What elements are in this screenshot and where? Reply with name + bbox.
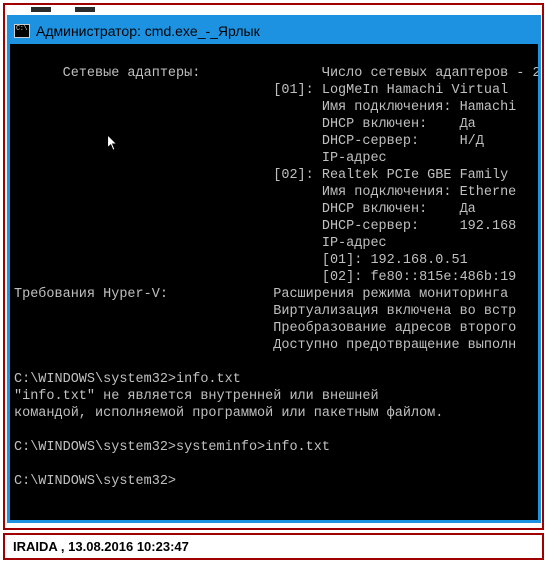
terminal-output[interactable]: Сетевые адаптеры: Число сетевых адаптеро… xyxy=(10,44,538,522)
screenshot-frame: Администратор: cmd.exe_-_Ярлык Сетевые а… xyxy=(3,3,544,530)
cmd-icon xyxy=(14,24,30,38)
cmd-window: Администратор: cmd.exe_-_Ярлык Сетевые а… xyxy=(7,15,541,523)
window-title: Администратор: cmd.exe_-_Ярлык xyxy=(36,23,260,39)
caption-box: IRAIDA , 13.08.2016 10:23:47 xyxy=(3,533,544,560)
mouse-cursor-icon xyxy=(106,134,120,152)
title-bar[interactable]: Администратор: cmd.exe_-_Ярлык xyxy=(10,18,538,44)
taskbar-stub xyxy=(7,7,540,15)
caption-author: IRAIDA xyxy=(13,539,61,554)
caption-datetime: 13.08.2016 10:23:47 xyxy=(68,539,189,554)
